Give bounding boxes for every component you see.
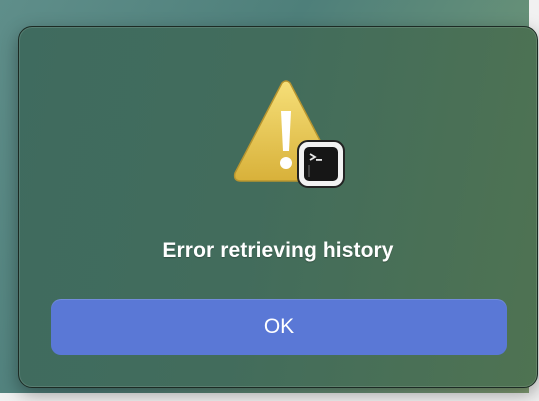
- alert-dialog: Error retrieving history OK: [18, 26, 538, 388]
- terminal-app-icon: [297, 140, 345, 188]
- alert-icon: [220, 77, 348, 195]
- screen-edge: [0, 393, 539, 401]
- dialog-message: Error retrieving history: [162, 239, 394, 262]
- ok-button[interactable]: OK: [51, 299, 507, 355]
- warning-icon: [233, 80, 345, 188]
